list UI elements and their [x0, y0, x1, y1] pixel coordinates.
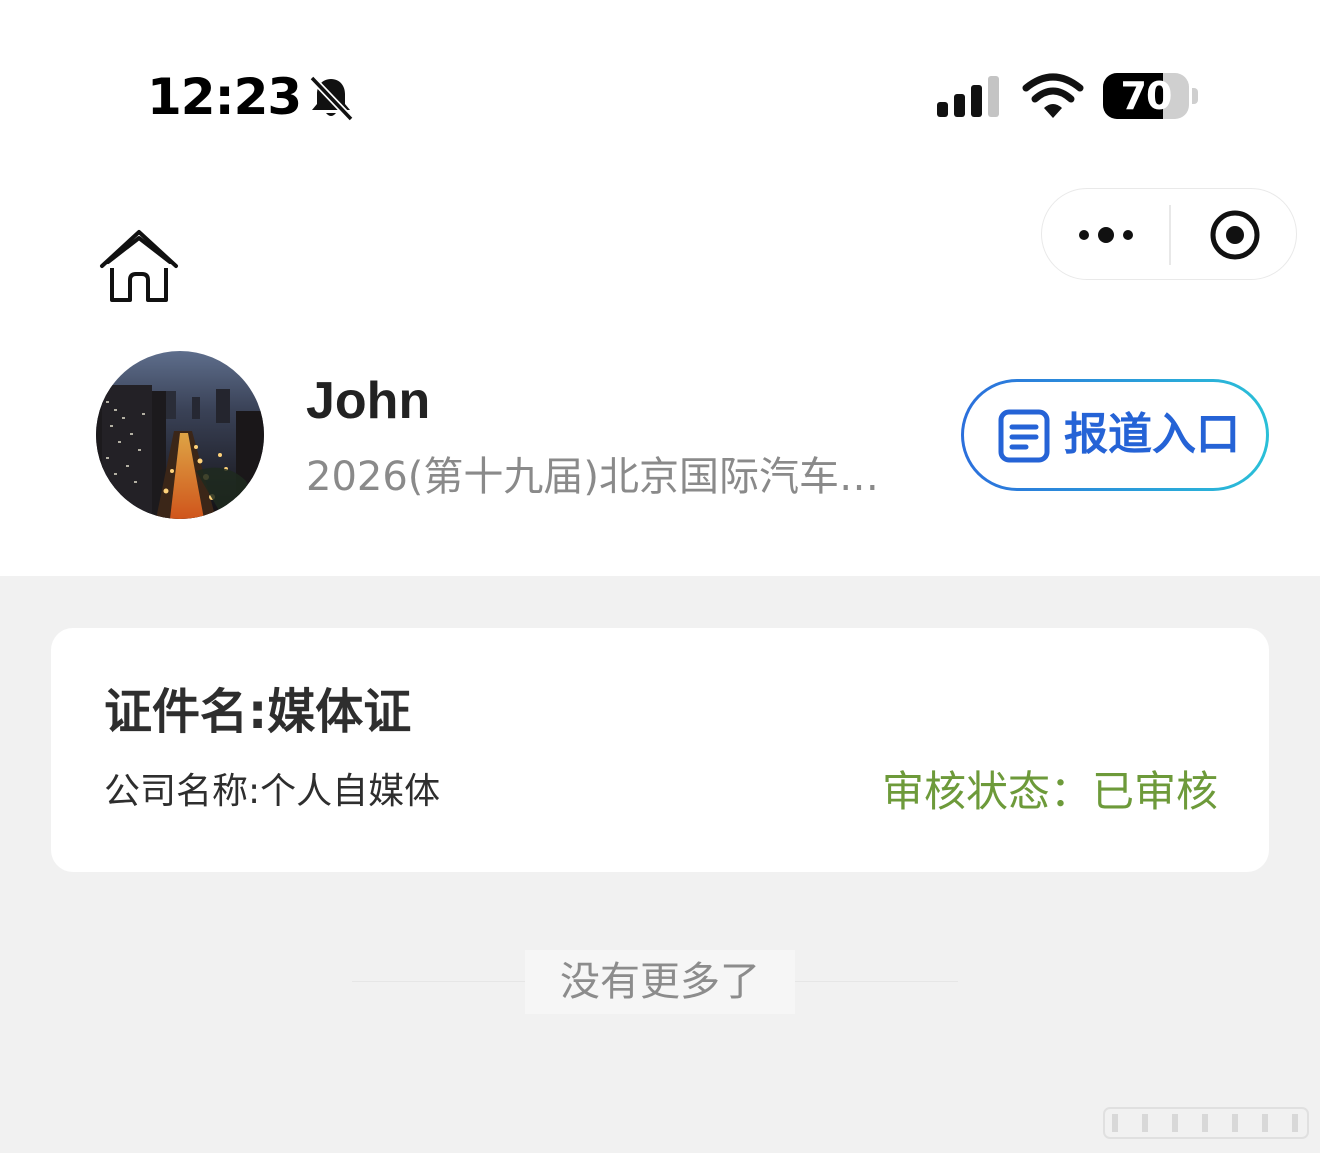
more-dots-icon	[1079, 227, 1133, 243]
home-icon	[100, 230, 178, 302]
avatar[interactable]	[96, 351, 264, 519]
company-name: 公司名称:个人自媒体	[104, 771, 441, 812]
user-name: John	[306, 372, 431, 430]
bell-slash-icon	[309, 75, 354, 122]
credential-name: 证件名:媒体证	[104, 684, 412, 740]
review-status: 审核状态：已审核	[881, 767, 1218, 816]
status-time: 12:23	[147, 68, 302, 126]
battery-tip	[1192, 88, 1198, 104]
more-button[interactable]	[1042, 189, 1170, 279]
wifi-icon	[1022, 73, 1084, 118]
watermark-bars-icon	[1103, 1107, 1309, 1139]
report-entry-button[interactable]: 报道入口	[961, 379, 1269, 491]
document-icon	[998, 409, 1050, 463]
event-name: 2026(第十九届)北京国际汽车…	[306, 454, 880, 500]
report-entry-label: 报道入口	[1064, 409, 1240, 460]
home-button[interactable]	[98, 226, 180, 308]
close-button[interactable]	[1171, 189, 1297, 279]
no-more-label: 没有更多了	[525, 950, 795, 1014]
credential-card[interactable]: 证件名:媒体证 公司名称:个人自媒体 审核状态：已审核	[51, 628, 1269, 872]
target-close-icon	[1210, 210, 1260, 260]
cellular-signal-icon	[937, 76, 999, 117]
avatar-city-night-image	[96, 351, 264, 519]
battery-indicator: 70	[1103, 73, 1199, 121]
miniprogram-capsule	[1041, 188, 1297, 280]
battery-level: 70	[1120, 74, 1173, 118]
